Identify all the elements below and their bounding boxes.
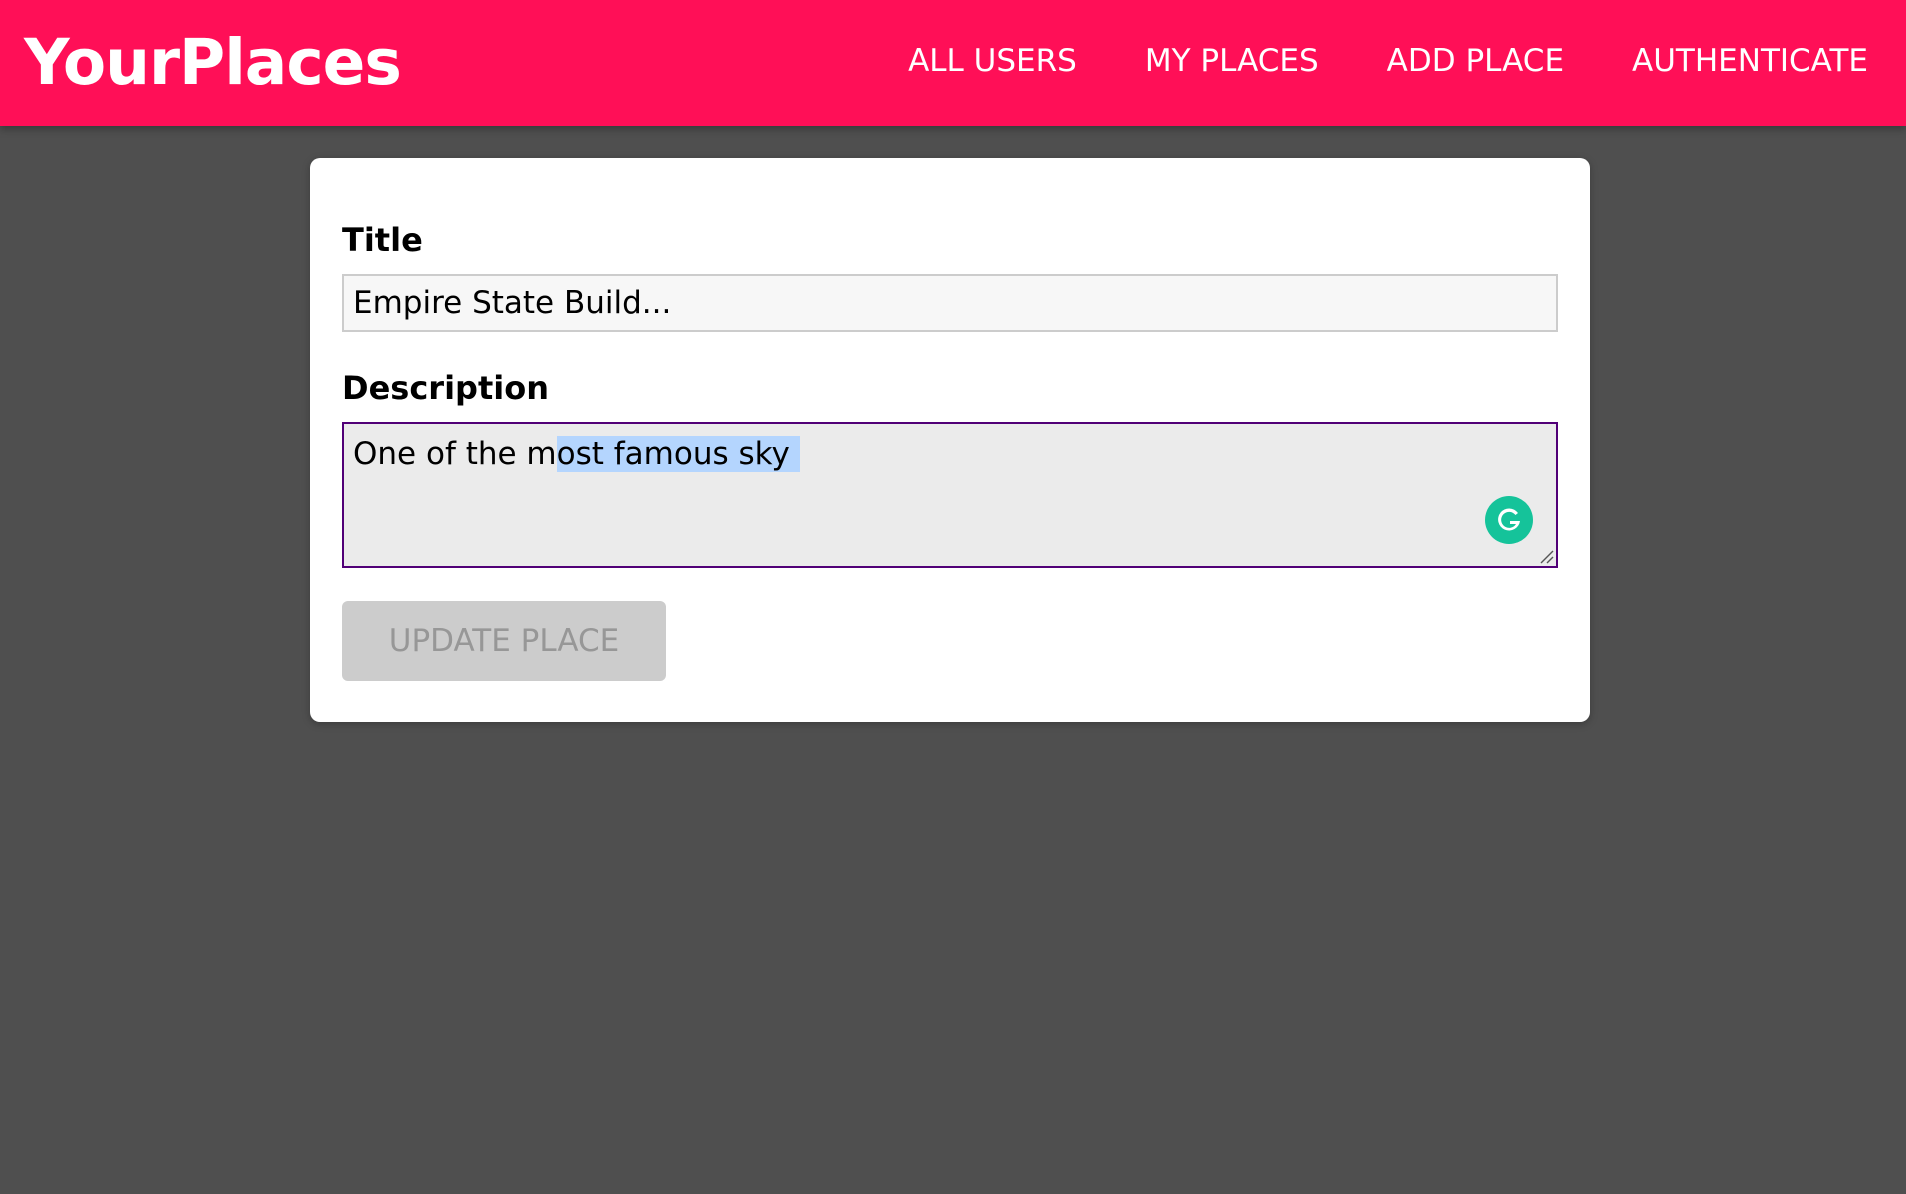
main-navigation: ALL USERS MY PLACES ADD PLACE AUTHENTICA… (908, 43, 1868, 79)
title-input[interactable] (342, 274, 1558, 332)
title-label: Title (342, 221, 423, 259)
main-header: YourPlaces ALL USERS MY PLACES ADD PLACE… (0, 0, 1906, 126)
description-text-selection: ost famous sky (556, 436, 800, 472)
description-text-unselected: One of the m (353, 436, 557, 472)
nav-link-add-place[interactable]: ADD PLACE (1387, 43, 1564, 79)
description-textarea[interactable]: One of the most famous sky (342, 422, 1558, 568)
grammarly-icon[interactable] (1485, 496, 1533, 544)
nav-link-my-places[interactable]: MY PLACES (1145, 43, 1319, 79)
resize-grip-icon (1540, 550, 1554, 564)
nav-link-authenticate[interactable]: AUTHENTICATE (1632, 43, 1868, 79)
app-root: YourPlaces ALL USERS MY PLACES ADD PLACE… (0, 0, 1906, 1194)
description-label: Description (342, 369, 549, 407)
update-place-button[interactable]: UPDATE PLACE (342, 601, 666, 681)
grammarly-g-icon (1498, 508, 1520, 531)
update-place-form: Title Description One of the most famous… (310, 158, 1590, 722)
description-text: One of the most famous sky (353, 432, 800, 476)
brand-logo-link[interactable]: YourPlaces (24, 26, 402, 99)
resize-handle-icon[interactable] (1538, 548, 1554, 564)
nav-link-all-users[interactable]: ALL USERS (908, 43, 1077, 79)
